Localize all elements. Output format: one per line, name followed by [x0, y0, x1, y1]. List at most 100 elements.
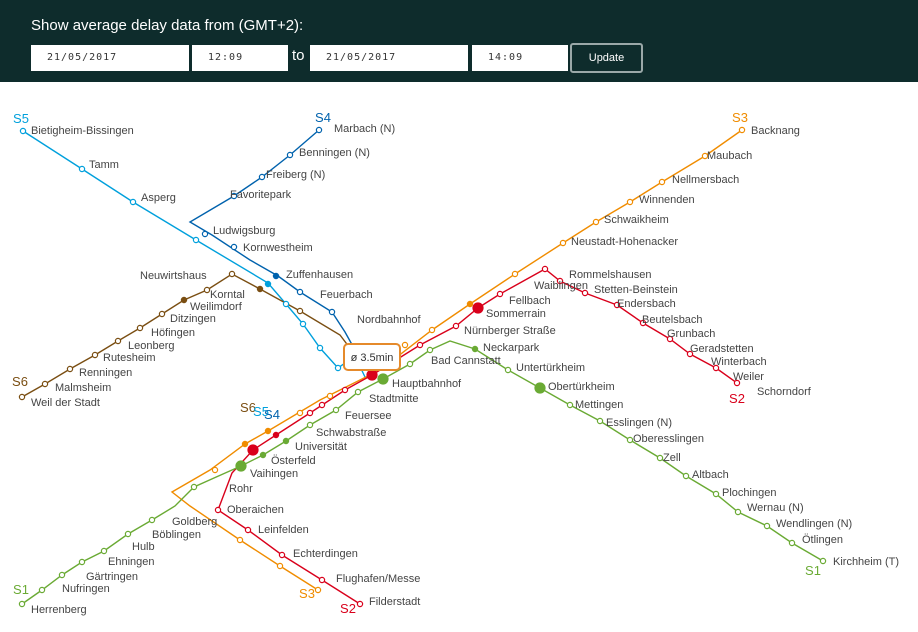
stop-gaertringen[interactable] — [58, 571, 66, 579]
stop-boeblingen[interactable] — [124, 530, 132, 538]
stop-s3-x5[interactable] — [211, 466, 219, 474]
stop-marbach[interactable] — [315, 126, 323, 134]
stop-badcannstatt[interactable] — [426, 346, 434, 354]
stop-hauptbahnhof2[interactable] — [366, 369, 378, 381]
stop-nuernberger[interactable] — [452, 322, 460, 330]
from-time-input[interactable]: 12:09 — [192, 45, 288, 71]
stop-neustadt[interactable] — [559, 239, 567, 247]
stop-backnang[interactable] — [738, 126, 746, 134]
stop-esslingen[interactable] — [596, 417, 604, 425]
stop-rutesheim[interactable] — [91, 351, 99, 359]
stop-mettingen[interactable] — [566, 401, 574, 409]
stop-hauptbahnhof[interactable] — [377, 373, 389, 385]
stop-s6c[interactable] — [256, 285, 264, 293]
stop-altbach[interactable] — [682, 472, 690, 480]
stop-neckarpark[interactable] — [471, 345, 479, 353]
stop-s3-x2[interactable] — [296, 409, 304, 417]
stop-schwabstrasse[interactable] — [306, 421, 314, 429]
to-time-input[interactable]: 14:09 — [472, 45, 568, 71]
stop-s5b[interactable] — [334, 364, 342, 372]
stop-weil[interactable] — [18, 393, 26, 401]
stop-goldberg[interactable] — [148, 516, 156, 524]
from-date-input[interactable]: 21/05/2017 — [31, 45, 189, 71]
stop-tamm[interactable] — [78, 165, 86, 173]
stop-wendlingen[interactable] — [763, 522, 771, 530]
stop-nellmersbach[interactable] — [658, 178, 666, 186]
stop-s2-nb[interactable] — [416, 341, 424, 349]
stop-sommerrain3[interactable] — [466, 300, 474, 308]
stop-oberesslingen[interactable] — [626, 436, 634, 444]
to-date-input[interactable]: 21/05/2017 — [310, 45, 468, 71]
stop-oetlingen[interactable] — [788, 539, 796, 547]
station-label-winterbach: Winterbach — [711, 356, 767, 368]
stop-vaihingen[interactable] — [235, 460, 247, 472]
stop-schwaikheim[interactable] — [592, 218, 600, 226]
stop-s3-x1[interactable] — [326, 392, 334, 400]
stop-s3-x4[interactable] — [241, 440, 249, 448]
stop-sommerrain[interactable] — [472, 302, 484, 314]
stop-neuwirtshaus[interactable] — [228, 270, 236, 278]
stop-wernau[interactable] — [734, 508, 742, 516]
stop-s3-x7[interactable] — [276, 562, 284, 570]
stop-zuffenhausen[interactable] — [264, 280, 272, 288]
stop-s2-fs[interactable] — [318, 401, 326, 409]
update-button[interactable]: Update — [570, 43, 643, 73]
stop-renningen[interactable] — [66, 365, 74, 373]
stop-feuersee[interactable] — [332, 406, 340, 414]
stop-zuffenhausen2[interactable] — [272, 272, 280, 280]
stop-universitaet[interactable] — [282, 437, 290, 445]
stop-zell[interactable] — [656, 454, 664, 462]
stop-s3-x3[interactable] — [264, 427, 272, 435]
stop-flughafen[interactable] — [318, 576, 326, 584]
stop-stadtmitte[interactable] — [354, 388, 362, 396]
stop-s3-x8[interactable] — [314, 586, 322, 594]
stop-bietigheim[interactable] — [19, 127, 27, 135]
stop-s3-n[interactable] — [428, 326, 436, 334]
stop-feuerbach[interactable] — [282, 300, 290, 308]
station-label-bietigheim: Bietigheim-Bissingen — [31, 125, 134, 137]
stop-s1-a[interactable] — [406, 360, 414, 368]
stop-fellbach[interactable] — [496, 290, 504, 298]
stop-oberaichen[interactable] — [214, 506, 222, 514]
stop-echterdingen[interactable] — [278, 551, 286, 559]
stop-s2-sw[interactable] — [306, 409, 314, 417]
stop-s3-x6[interactable] — [236, 536, 244, 544]
stop-s3-w[interactable] — [511, 270, 519, 278]
stop-s5a[interactable] — [316, 344, 324, 352]
stop-oesterfeld[interactable] — [259, 451, 267, 459]
stop-ditzingen[interactable] — [158, 310, 166, 318]
stop-untertuerkheim[interactable] — [504, 366, 512, 374]
stop-herrenberg[interactable] — [18, 600, 26, 608]
stop-winnenden[interactable] — [626, 198, 634, 206]
stop-hulb[interactable] — [100, 547, 108, 555]
stop-asperg[interactable] — [129, 198, 137, 206]
stop-hoefingen[interactable] — [136, 324, 144, 332]
stop-nufringen[interactable] — [38, 586, 46, 594]
stop-ludwigsburg[interactable] — [201, 230, 209, 238]
stop-leonberg[interactable] — [114, 337, 122, 345]
stop-nordbahnhof2[interactable] — [328, 308, 336, 316]
stop-benningen[interactable] — [286, 151, 294, 159]
stop-ehningen[interactable] — [78, 558, 86, 566]
stop-plochingen[interactable] — [712, 490, 720, 498]
stop-weilimdorf[interactable] — [180, 296, 188, 304]
stop-freiberg[interactable] — [258, 173, 266, 181]
stop-s3-h[interactable] — [401, 341, 409, 349]
stop-obertuerkheim[interactable] — [534, 382, 546, 394]
stop-leinfelden[interactable] — [244, 526, 252, 534]
stop-filderstadt[interactable] — [356, 600, 364, 608]
stop-s2-st[interactable] — [341, 386, 349, 394]
stop-korntal[interactable] — [203, 286, 211, 294]
stop-kornwestheim2[interactable] — [230, 243, 238, 251]
stop-s2-oe[interactable] — [247, 444, 259, 456]
stop-rohr[interactable] — [190, 483, 198, 491]
station-label-hulb: Hulb — [132, 541, 155, 553]
stop-waiblingen[interactable] — [541, 265, 549, 273]
stop-feuerbach2[interactable] — [296, 288, 304, 296]
stop-nordbahnhof[interactable] — [299, 320, 307, 328]
stop-kirchheim[interactable] — [819, 557, 827, 565]
stop-s2-un[interactable] — [272, 431, 280, 439]
stop-s6d[interactable] — [296, 307, 304, 315]
stop-kornwestheim[interactable] — [192, 236, 200, 244]
stop-malmsheim[interactable] — [41, 380, 49, 388]
